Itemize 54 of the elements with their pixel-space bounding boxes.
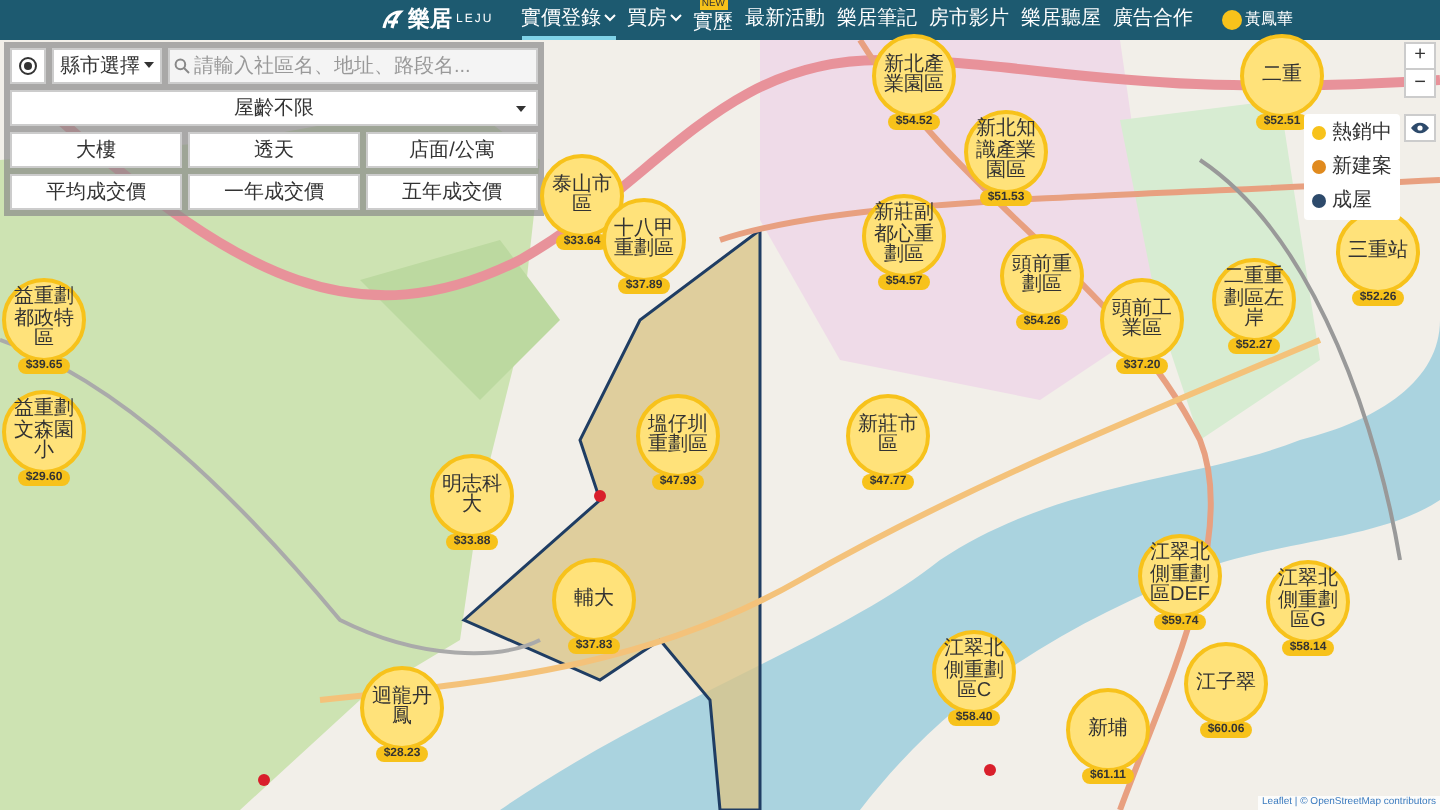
area-name: 新埔 [1086, 719, 1130, 741]
area-name: 迴龍丹鳳 [371, 687, 433, 729]
area-name: 江翠北側重劃區G [1277, 570, 1339, 634]
area-name: 二重重劃區左岸 [1223, 268, 1285, 332]
search-icon [174, 58, 190, 74]
zoom-out-button[interactable]: − [1404, 70, 1436, 98]
filter-button[interactable]: 店面/公寓 [366, 132, 538, 168]
legend-label: 熱銷中 [1332, 119, 1392, 148]
avatar-icon[interactable] [1221, 10, 1242, 30]
caret-icon [144, 62, 154, 70]
area-name: 江翠北側重劃區DEF [1149, 544, 1211, 608]
age-dropdown[interactable]: 屋齡不限 [10, 90, 538, 126]
area-name: 益重劃文森園小 [13, 400, 75, 464]
area-name: 益重劃都政特區 [13, 288, 75, 352]
caret-icon [669, 14, 682, 22]
filter-button[interactable]: 五年成交價 [366, 174, 538, 210]
logo-text: 樂居 [408, 5, 452, 36]
area-name: 江翠北側重劃區C [943, 640, 1005, 704]
area-name: 二重 [1260, 65, 1304, 87]
caret-icon [603, 14, 616, 22]
area-name: 新莊市區 [857, 415, 919, 457]
area-name: 新北產業園區 [883, 55, 945, 97]
filter-button[interactable]: 大樓 [10, 132, 182, 168]
locate-icon [18, 56, 38, 76]
locate-button[interactable] [10, 48, 46, 84]
area-name: 明志科大 [441, 475, 503, 517]
filter-button[interactable]: 透天 [188, 132, 360, 168]
nav-link[interactable]: 樂居聽屋 [1021, 0, 1102, 40]
logo-icon [380, 8, 404, 32]
area-name: 輔大 [572, 589, 616, 611]
nav-link[interactable]: 最新活動 [745, 0, 826, 40]
user-name[interactable]: 黃鳳華 [1245, 8, 1294, 32]
legend-label: 成屋 [1332, 187, 1372, 216]
caret-icon [516, 106, 526, 114]
search-field[interactable]: 請輸入社區名、地址、路段名... [168, 48, 538, 84]
area-name: 新北知識產業園區 [975, 120, 1037, 184]
filter-button[interactable]: 平均成交價 [10, 174, 182, 210]
city-dropdown[interactable]: 縣市選擇 [52, 48, 162, 84]
filter-button[interactable]: 一年成交價 [188, 174, 360, 210]
area-name: 江子翠 [1195, 673, 1257, 695]
area-name: 頭前重劃區 [1011, 255, 1073, 297]
visibility-button[interactable] [1404, 114, 1436, 142]
zoom-in-button[interactable]: + [1404, 42, 1436, 70]
nav-link[interactable]: 廣告合作 [1113, 0, 1194, 40]
area-name: 頭前工業區 [1111, 299, 1173, 341]
nav-link[interactable]: 實歷 [693, 10, 734, 40]
eye-icon [1410, 122, 1430, 134]
area-name: 塭仔圳重劃區 [647, 415, 709, 457]
nav-link[interactable]: 買房 [627, 0, 682, 40]
nav-link[interactable]: 房市影片 [929, 0, 1010, 40]
legend-label: 新建案 [1332, 153, 1392, 182]
nav-link[interactable]: 樂居筆記 [837, 0, 918, 40]
area-name: 三重站 [1347, 241, 1409, 263]
area-name: 新莊副都心重劃區 [873, 204, 935, 268]
